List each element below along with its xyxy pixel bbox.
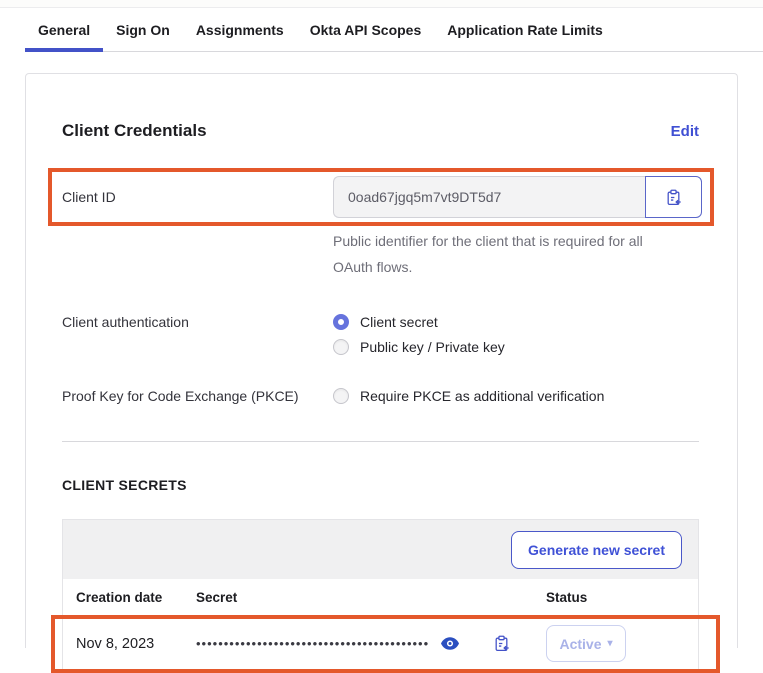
copy-secret-button[interactable] (493, 635, 510, 652)
status-cell: Active ▾ (546, 625, 698, 662)
pkce-option-label: Require PKCE as additional verification (360, 388, 604, 404)
general-settings-card: Client Credentials Edit Client ID Public… (25, 73, 738, 648)
radio-selected-icon[interactable] (333, 314, 349, 330)
secrets-toolbar: Generate new secret (62, 519, 699, 579)
header-secret: Secret (196, 590, 546, 605)
clipboard-copy-icon (665, 189, 682, 206)
secret-status-dropdown[interactable]: Active ▾ (546, 625, 626, 662)
client-id-input-group (333, 176, 702, 218)
client-id-input[interactable] (333, 176, 645, 218)
secrets-table-header: Creation date Secret Status (63, 579, 698, 617)
tab-general-label: General (38, 22, 90, 38)
reveal-secret-button[interactable] (441, 637, 459, 650)
status-badge: Active (559, 636, 601, 652)
client-secrets-heading: CLIENT SECRETS (62, 477, 699, 493)
tab-assignments[interactable]: Assignments (183, 8, 297, 51)
client-id-row: Client ID (62, 176, 699, 218)
checkbox-unchecked-icon[interactable] (333, 388, 349, 404)
app-tabbar: General Sign On Assignments Okta API Sco… (25, 8, 763, 52)
client-id-help-text: Public identifier for the client that is… (333, 228, 678, 280)
client-authentication-options: Client secret Public key / Private key (333, 314, 699, 355)
header-status: Status (546, 590, 698, 605)
section-title: Client Credentials (62, 121, 207, 141)
eye-icon (441, 637, 459, 650)
tab-sign-on[interactable]: Sign On (103, 8, 183, 51)
tab-sign-on-label: Sign On (116, 22, 170, 38)
tab-application-rate-limits[interactable]: Application Rate Limits (434, 8, 616, 51)
client-authentication-label: Client authentication (62, 314, 333, 330)
client-authentication-row: Client authentication Client secret Publ… (62, 314, 699, 355)
pkce-row: Proof Key for Code Exchange (PKCE) Requi… (62, 388, 699, 404)
clipboard-copy-icon (493, 635, 510, 652)
chevron-down-icon: ▾ (608, 639, 613, 649)
tab-general[interactable]: General (25, 8, 103, 51)
client-id-label: Client ID (62, 189, 333, 205)
secret-creation-date: Nov 8, 2023 (76, 636, 196, 652)
section-divider (62, 441, 699, 442)
top-divider (0, 0, 763, 8)
copy-client-id-button[interactable] (645, 176, 702, 218)
tab-assignments-label: Assignments (196, 22, 284, 38)
header-creation-date: Creation date (76, 590, 196, 605)
radio-client-secret-label: Client secret (360, 314, 438, 330)
tab-okta-api-scopes[interactable]: Okta API Scopes (297, 8, 435, 51)
tab-okta-api-scopes-label: Okta API Scopes (310, 22, 422, 38)
generate-new-secret-button[interactable]: Generate new secret (511, 531, 682, 569)
edit-link[interactable]: Edit (671, 123, 699, 140)
tab-application-rate-limits-label: Application Rate Limits (447, 22, 603, 38)
radio-client-secret[interactable]: Client secret (333, 314, 699, 330)
secret-cell: ••••••••••••••••••••••••••••••••••••••••… (196, 635, 546, 652)
pkce-label: Proof Key for Code Exchange (PKCE) (62, 388, 333, 404)
radio-public-private-key-label: Public key / Private key (360, 339, 505, 355)
secrets-table: Creation date Secret Status Nov 8, 2023 … (62, 579, 699, 670)
radio-public-private-key[interactable]: Public key / Private key (333, 339, 699, 355)
pkce-checkbox-option[interactable]: Require PKCE as additional verification (333, 388, 699, 404)
client-credentials-header: Client Credentials Edit (62, 121, 699, 141)
secret-table-row: Nov 8, 2023 ••••••••••••••••••••••••••••… (63, 617, 698, 670)
radio-unselected-icon[interactable] (333, 339, 349, 355)
masked-secret-value: ••••••••••••••••••••••••••••••••••••••••… (196, 636, 429, 651)
